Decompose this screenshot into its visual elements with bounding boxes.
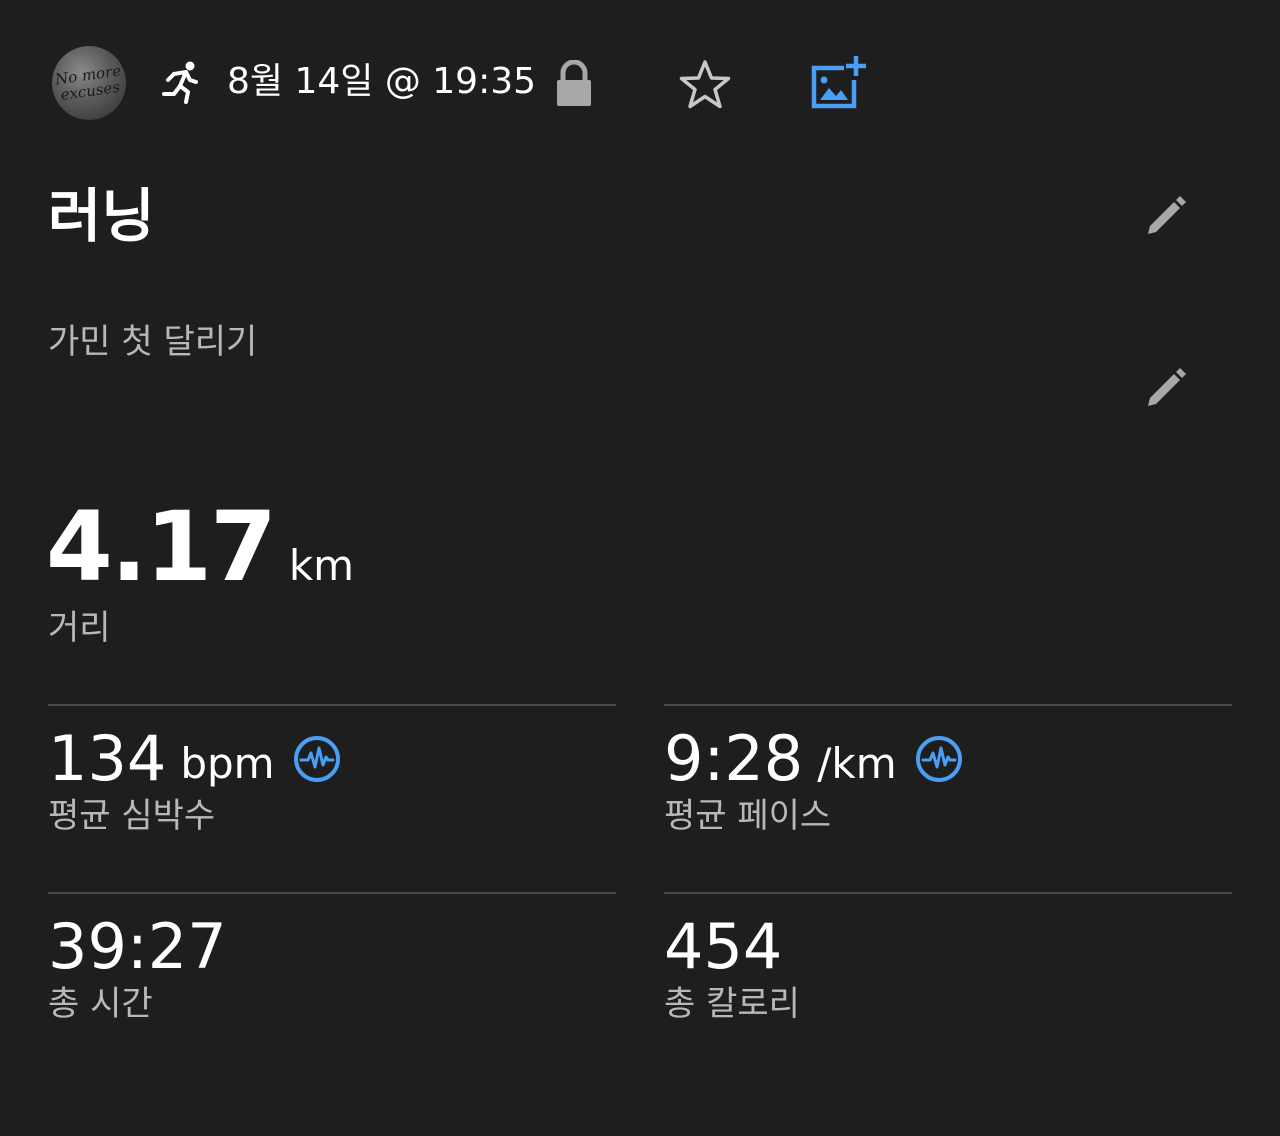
- total-time-stat: 39:27 총 시간: [48, 912, 227, 1026]
- activity-detail-page: No more excuses 8월 14일 @ 19:35 러닝 가민 첫 달…: [0, 0, 1280, 1136]
- stat-unit: /km: [817, 739, 897, 788]
- activity-description: 가민 첫 달리기: [48, 322, 258, 362]
- distance-stat: 4.17 km: [46, 492, 354, 602]
- distance-unit: km: [288, 541, 355, 590]
- distance-label: 거리: [48, 608, 111, 648]
- avatar[interactable]: No more excuses: [52, 46, 126, 120]
- star-icon[interactable]: [678, 58, 732, 112]
- stat-label: 총 칼로리: [664, 984, 800, 1024]
- divider: [48, 704, 616, 706]
- stat-value: 454: [664, 910, 783, 983]
- heart-rate-icon[interactable]: [293, 735, 341, 783]
- stat-label: 총 시간: [48, 984, 153, 1024]
- add-photo-icon[interactable]: [810, 54, 866, 110]
- stat-label: 평균 페이스: [664, 796, 832, 836]
- divider: [48, 892, 616, 894]
- edit-description-pencil-icon[interactable]: [1142, 362, 1190, 410]
- heart-rate-icon[interactable]: [915, 735, 963, 783]
- edit-title-pencil-icon[interactable]: [1142, 190, 1190, 238]
- divider: [664, 892, 1232, 894]
- avg-heart-rate-stat[interactable]: 134 bpm 평균 심박수: [48, 724, 341, 838]
- avg-pace-stat[interactable]: 9:28 /km 평균 페이스: [664, 724, 963, 838]
- stat-value: 9:28: [664, 722, 804, 795]
- running-person-icon: [162, 61, 198, 104]
- stat-label: 평균 심박수: [48, 796, 216, 836]
- divider: [664, 704, 1232, 706]
- distance-value: 4.17: [46, 491, 277, 603]
- activity-header: No more excuses 8월 14일 @ 19:35: [52, 46, 1280, 122]
- avatar-image-text: No more excuses: [53, 61, 122, 104]
- activity-title: 러닝: [48, 182, 155, 250]
- stat-value: 134: [48, 722, 167, 795]
- activity-date: 8월 14일 @ 19:35: [227, 61, 537, 102]
- stat-unit: bpm: [180, 739, 275, 788]
- lock-icon[interactable]: [554, 60, 594, 108]
- total-calories-stat: 454 총 칼로리: [664, 912, 800, 1026]
- stat-value: 39:27: [48, 910, 227, 983]
